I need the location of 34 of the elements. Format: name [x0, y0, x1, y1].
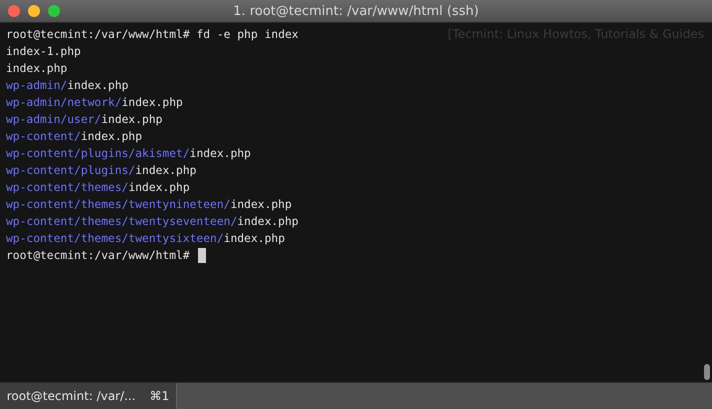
file-name: index.php [122, 95, 183, 111]
file-name: index.php [135, 163, 196, 179]
directory-path: wp-content/plugins/ [6, 163, 136, 179]
directory-path: wp-admin/network/ [6, 95, 122, 111]
directory-path: wp-content/ [6, 129, 81, 145]
window-title: 1. root@tecmint: /var/www/html (ssh) [232, 4, 480, 18]
minimize-button[interactable] [28, 5, 40, 17]
directory-path: wp-content/themes/twentynineteen/ [6, 197, 230, 213]
scrollbar-thumb[interactable] [704, 364, 710, 380]
tab-shortcut: ⌘1 [150, 389, 170, 403]
directory-path: wp-content/themes/twentyseventeen/ [6, 214, 238, 230]
shell-prompt: root@tecmint:/var/www/html# [6, 27, 190, 43]
file-name: index.php [230, 197, 292, 213]
file-name: index.php [190, 146, 251, 162]
file-name: index-1.php [6, 44, 81, 60]
shell-prompt: root@tecmint:/var/www/html# [6, 248, 190, 264]
close-button[interactable] [8, 5, 20, 17]
terminal-tab[interactable]: root@tecmint: /var/... ⌘1 [0, 383, 177, 409]
text-cursor [198, 248, 206, 263]
command-text: fd -e php index [196, 27, 298, 43]
file-name: index.php [224, 231, 285, 247]
file-name: index.php [6, 61, 68, 77]
zoom-button[interactable] [48, 5, 60, 17]
directory-path: wp-content/plugins/akismet/ [6, 146, 190, 162]
tab-label: root@tecmint: /var/... [6, 389, 136, 403]
directory-path: wp-content/themes/ [6, 180, 128, 196]
file-name: index.php [237, 214, 298, 230]
directory-path: wp-admin/user/ [6, 112, 102, 128]
file-name: index.php [67, 78, 128, 94]
directory-path: wp-admin/ [6, 78, 68, 94]
file-name: index.php [128, 180, 190, 196]
file-name: index.php [80, 129, 142, 145]
file-name: index.php [101, 112, 162, 128]
directory-path: wp-content/themes/twentysixteen/ [6, 231, 224, 247]
